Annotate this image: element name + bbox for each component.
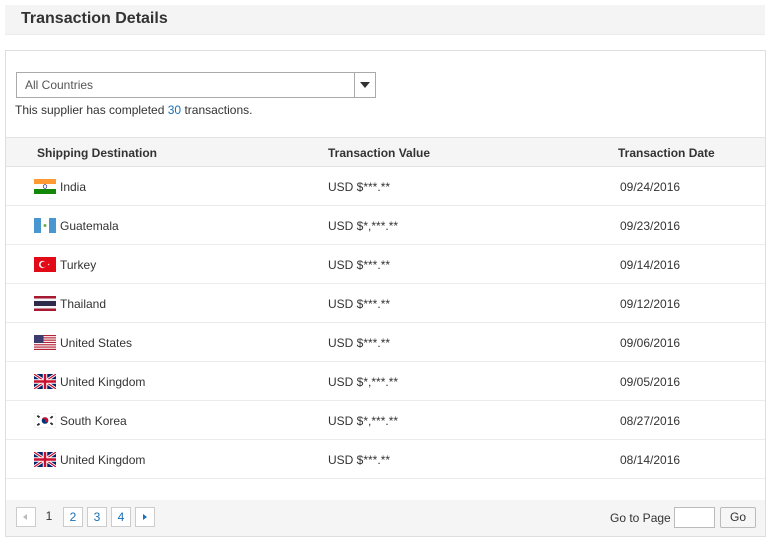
column-transaction-date: Transaction Date — [618, 146, 715, 160]
row-country: United Kingdom — [60, 453, 146, 467]
pagination-bar: 1 2 3 4 Go to Page Go — [6, 500, 765, 536]
page-link[interactable]: 2 — [63, 507, 83, 527]
row-country: India — [60, 180, 87, 194]
row-date: 08/27/2016 — [620, 414, 681, 428]
chevron-left-icon — [23, 514, 27, 520]
dropdown-button[interactable] — [354, 73, 375, 97]
page-title: Transaction Details — [21, 10, 168, 27]
row-date: 09/14/2016 — [620, 258, 681, 272]
next-page-button[interactable] — [135, 507, 155, 527]
row-value: USD $***.** — [328, 336, 391, 350]
summary-prefix: This supplier has completed — [15, 103, 168, 117]
row-date: 09/12/2016 — [620, 297, 681, 311]
page-header: Transaction Details — [5, 5, 765, 35]
thailand-flag-icon — [34, 296, 56, 311]
page-current: 1 — [45, 509, 53, 523]
united-kingdom-flag-icon — [34, 374, 56, 389]
row-date: 09/24/2016 — [620, 180, 681, 194]
table-row: United Kingdom USD $***.** 08/14/2016 — [6, 440, 765, 479]
row-country: Guatemala — [60, 219, 119, 233]
row-date: 09/05/2016 — [620, 375, 681, 389]
turkey-flag-icon — [34, 257, 56, 272]
goto-page-label: Go to Page — [610, 511, 671, 525]
table-header: Shipping Destination Transaction Value T… — [6, 137, 765, 167]
previous-page-button[interactable] — [16, 507, 36, 527]
page-link[interactable]: 3 — [87, 507, 107, 527]
row-country: Turkey — [60, 258, 97, 272]
row-value: USD $***.** — [328, 297, 391, 311]
row-country: Thailand — [60, 297, 107, 311]
country-filter-select[interactable]: All Countries — [16, 72, 376, 98]
row-date: 09/06/2016 — [620, 336, 681, 350]
guatemala-flag-icon — [34, 218, 56, 233]
table-row: Thailand USD $***.** 09/12/2016 — [6, 284, 765, 323]
row-country: United States — [60, 336, 133, 350]
row-value: USD $*,***.** — [328, 375, 399, 389]
india-flag-icon — [34, 179, 56, 194]
go-button[interactable]: Go — [720, 507, 756, 528]
row-country: United Kingdom — [60, 375, 146, 389]
united-states-flag-icon — [34, 335, 56, 350]
table-row: United Kingdom USD $*,***.** 09/05/2016 — [6, 362, 765, 401]
transaction-rows: India USD $***.** 09/24/2016 Guatemala U… — [6, 167, 765, 479]
united-kingdom-flag-icon — [34, 452, 56, 467]
table-row: Turkey USD $***.** 09/14/2016 — [6, 245, 765, 284]
column-shipping-destination: Shipping Destination — [37, 146, 157, 160]
page-link[interactable]: 4 — [111, 507, 131, 527]
row-value: USD $***.** — [328, 453, 391, 467]
transaction-count: 30 — [167, 103, 182, 117]
row-value: USD $***.** — [328, 258, 391, 272]
table-row: India USD $***.** 09/24/2016 — [6, 167, 765, 206]
column-transaction-value: Transaction Value — [328, 146, 431, 160]
chevron-right-icon — [143, 514, 147, 520]
row-country: South Korea — [60, 414, 127, 428]
row-value: USD $*,***.** — [328, 414, 399, 428]
south-korea-flag-icon — [34, 413, 56, 428]
table-row: United States USD $***.** 09/06/2016 — [6, 323, 765, 362]
summary-suffix: transactions. — [181, 103, 253, 117]
chevron-down-icon — [360, 82, 370, 88]
row-value: USD $*,***.** — [328, 219, 399, 233]
transaction-summary: This supplier has completed 30 transacti… — [15, 103, 252, 117]
country-filter-value: All Countries — [25, 78, 94, 92]
table-row: South Korea USD $*,***.** 08/27/2016 — [6, 401, 765, 440]
goto-page-input[interactable] — [674, 507, 715, 528]
table-row: Guatemala USD $*,***.** 09/23/2016 — [6, 206, 765, 245]
transactions-panel: All Countries This supplier has complete… — [5, 50, 766, 537]
row-date: 09/23/2016 — [620, 219, 681, 233]
row-date: 08/14/2016 — [620, 453, 681, 467]
row-value: USD $***.** — [328, 180, 391, 194]
